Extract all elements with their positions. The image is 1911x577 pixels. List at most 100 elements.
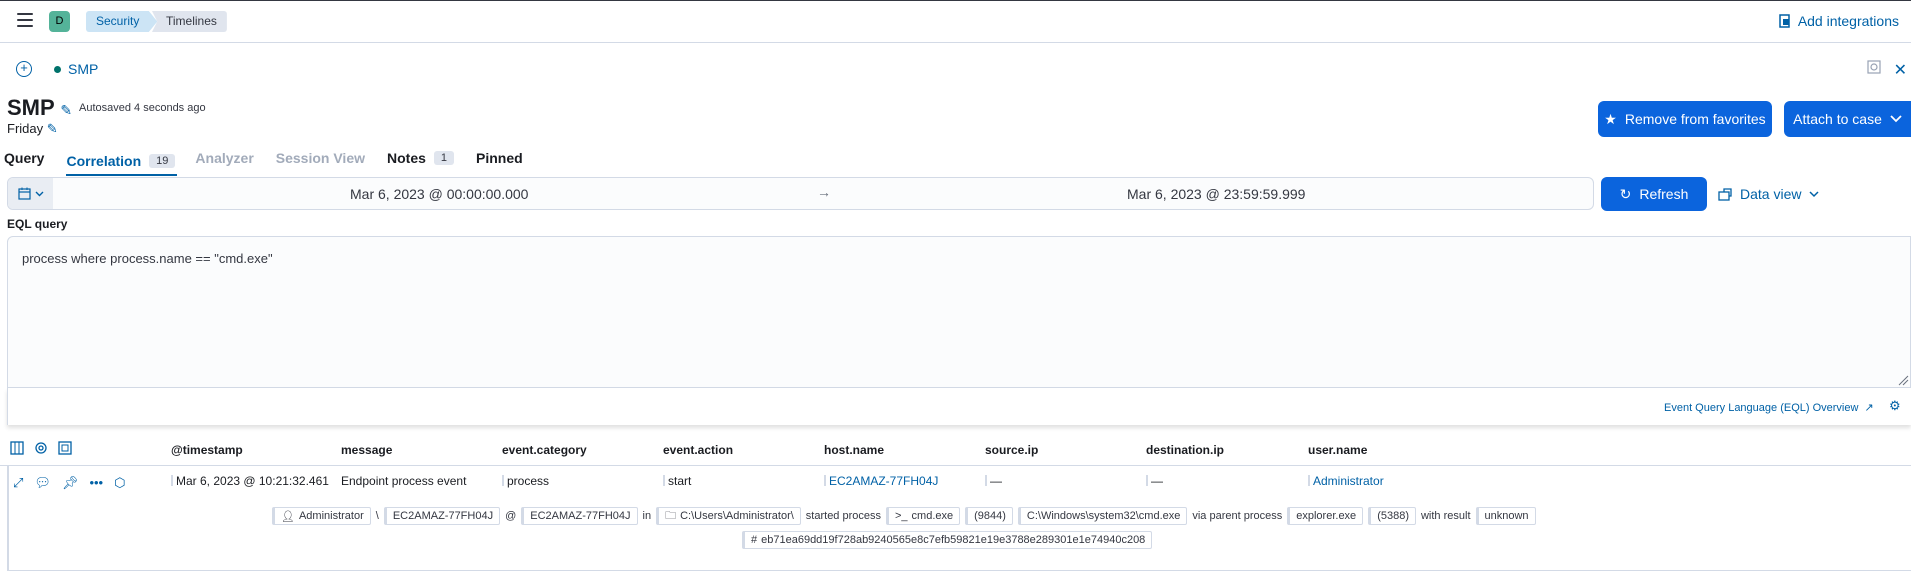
menu-icon[interactable] xyxy=(17,13,33,27)
summary-started: started process xyxy=(805,510,881,522)
summary-via: via parent process xyxy=(1192,510,1283,522)
hash-summary: # eb71ea69dd19f728ab9240565e8c7efb59821e1… xyxy=(742,531,1153,549)
column-header-event-action[interactable]: event.action xyxy=(663,443,733,457)
start-date[interactable]: Mar 6, 2023 @ 00:00:00.000 xyxy=(350,186,528,202)
columns-icon[interactable] xyxy=(10,441,24,455)
edit-title-icon[interactable]: ✎ xyxy=(60,102,72,118)
data-view-icon xyxy=(1718,188,1732,201)
resize-handle-icon[interactable] xyxy=(1897,374,1909,389)
pin-icon[interactable]: 📌︎ xyxy=(62,475,79,491)
summary-user[interactable]: 👤︎ Administrator xyxy=(272,507,371,525)
column-header-event-category[interactable]: event.category xyxy=(502,443,587,457)
more-actions-icon[interactable]: ••• xyxy=(89,475,103,491)
column-header-message[interactable]: message xyxy=(341,443,392,457)
external-link-icon: ↗ xyxy=(1864,402,1874,414)
tab-analyzer[interactable]: Analyzer xyxy=(195,148,253,176)
data-view-label: Data view xyxy=(1740,186,1802,202)
folder-icon: 🗀 xyxy=(665,509,677,522)
quick-select-button[interactable] xyxy=(8,178,53,209)
eql-query-text[interactable]: process where process.name == "cmd.exe" xyxy=(22,251,273,266)
timeline-tab-name[interactable]: SMP xyxy=(68,61,98,77)
row-actions: ⤢ 💬︎ 📌︎ ••• ⬡ xyxy=(13,475,125,491)
close-icon[interactable]: ✕ xyxy=(1894,60,1907,80)
tab-query[interactable]: Query xyxy=(4,148,44,176)
new-timeline-icon[interactable]: + xyxy=(16,61,32,77)
expand-icon[interactable]: ⤢ xyxy=(13,475,23,491)
cell-event-category[interactable]: process xyxy=(502,474,549,488)
eql-query-input[interactable] xyxy=(7,236,1911,388)
summary-host[interactable]: EC2AMAZ-77FH04J xyxy=(521,507,638,525)
cell-destination-ip[interactable]: — xyxy=(1146,474,1163,488)
fullscreen-icon[interactable] xyxy=(58,441,72,455)
analyze-event-icon[interactable]: ⬡ xyxy=(114,475,125,491)
attach-to-case-button[interactable]: Attach to case xyxy=(1784,101,1911,137)
summary-result[interactable]: unknown xyxy=(1475,507,1536,525)
cell-event-action[interactable]: start xyxy=(663,474,691,488)
notes-count-badge: 1 xyxy=(433,151,455,165)
fullscreen-icon[interactable] xyxy=(1867,60,1881,77)
cell-message: Endpoint process event xyxy=(341,474,467,488)
tab-pinned[interactable]: Pinned xyxy=(476,148,523,176)
summary-process[interactable]: >_ cmd.exe xyxy=(886,507,961,525)
remove-from-favorites-button[interactable]: ★ Remove from favorites xyxy=(1598,101,1772,137)
data-view-selector[interactable]: Data view xyxy=(1718,186,1819,202)
summary-with-result: with result xyxy=(1420,510,1471,522)
eql-settings-icon[interactable]: ⚙ xyxy=(1889,398,1901,414)
calendar-icon xyxy=(17,187,31,200)
column-header-host-name[interactable]: host.name xyxy=(824,443,884,457)
autosaved-status: Autosaved 4 seconds ago xyxy=(79,102,206,114)
refresh-icon: ↻ xyxy=(1619,185,1632,202)
add-integrations-link[interactable]: Add integrations xyxy=(1778,13,1899,29)
column-header-source-ip[interactable]: source.ip xyxy=(985,443,1038,457)
summary-separator: \ xyxy=(375,510,379,522)
summary-parent[interactable]: explorer.exe xyxy=(1287,507,1364,525)
favorites-label: Remove from favorites xyxy=(1624,111,1766,127)
edit-description-icon[interactable]: ✎ xyxy=(47,121,58,136)
column-header-destination-ip[interactable]: destination.ip xyxy=(1146,443,1224,457)
chevron-down-icon xyxy=(1890,115,1902,123)
cell-timestamp[interactable]: Mar 6, 2023 @ 10:21:32.461 xyxy=(171,474,329,488)
summary-pid[interactable]: (9844) xyxy=(965,507,1013,525)
refresh-button[interactable]: ↻ Refresh xyxy=(1601,177,1707,211)
add-note-icon[interactable]: 💬︎ xyxy=(34,475,51,491)
star-icon: ★ xyxy=(1604,110,1617,127)
timeline-description-text: Friday xyxy=(7,121,44,136)
eql-overview-link[interactable]: Event Query Language (EQL) Overview ↗ xyxy=(1664,401,1874,415)
column-header-timestamp[interactable]: @timestamp xyxy=(171,443,243,457)
summary-hash[interactable]: # eb71ea69dd19f728ab9240565e8c7efb59821e1… xyxy=(742,531,1153,549)
row-bottom-border xyxy=(7,570,1911,571)
tab-correlation[interactable]: Correlation 19 xyxy=(66,148,178,176)
cell-user-name[interactable]: Administrator xyxy=(1308,474,1384,488)
grid-toolbar xyxy=(10,441,72,455)
breadcrumb-security[interactable]: Security xyxy=(86,11,158,32)
saved-status-dot xyxy=(54,66,61,73)
chevron-down-icon xyxy=(35,191,43,196)
date-range-picker xyxy=(7,177,1594,210)
top-bar xyxy=(0,0,1911,43)
eql-footer xyxy=(7,388,1911,425)
timeline-description: Friday ✎ xyxy=(7,121,58,137)
cell-host-name[interactable]: EC2AMAZ-77FH04J xyxy=(824,474,938,488)
eql-query-label: EQL query xyxy=(7,217,68,231)
attach-label: Attach to case xyxy=(1793,111,1882,127)
space-avatar[interactable]: D xyxy=(49,11,70,32)
cell-source-ip[interactable]: — xyxy=(985,474,1002,488)
add-integrations-label: Add integrations xyxy=(1797,13,1899,29)
gear-icon[interactable] xyxy=(34,441,48,455)
column-header-user-name[interactable]: user.name xyxy=(1308,443,1367,457)
tab-session-view[interactable]: Session View xyxy=(276,148,365,176)
console-icon: >_ xyxy=(895,510,908,522)
summary-in: in xyxy=(642,510,652,522)
timeline-title-text: SMP xyxy=(7,95,55,120)
hash-icon: # xyxy=(751,534,758,546)
arrow-right-icon: → xyxy=(817,184,831,200)
correlation-count-badge: 19 xyxy=(149,154,176,168)
breadcrumb-timelines: Timelines xyxy=(152,11,227,32)
summary-executable[interactable]: C:\Windows\system32\cmd.exe xyxy=(1017,507,1188,525)
summary-working-dir[interactable]: 🗀 C:\Users\Administrator\ xyxy=(656,507,801,525)
summary-ppid[interactable]: (5388) xyxy=(1368,507,1416,525)
summary-domain[interactable]: EC2AMAZ-77FH04J xyxy=(383,507,501,525)
tab-notes[interactable]: Notes 1 xyxy=(387,148,455,176)
end-date[interactable]: Mar 6, 2023 @ 23:59:59.999 xyxy=(1127,186,1305,202)
chevron-down-icon xyxy=(1809,190,1819,197)
